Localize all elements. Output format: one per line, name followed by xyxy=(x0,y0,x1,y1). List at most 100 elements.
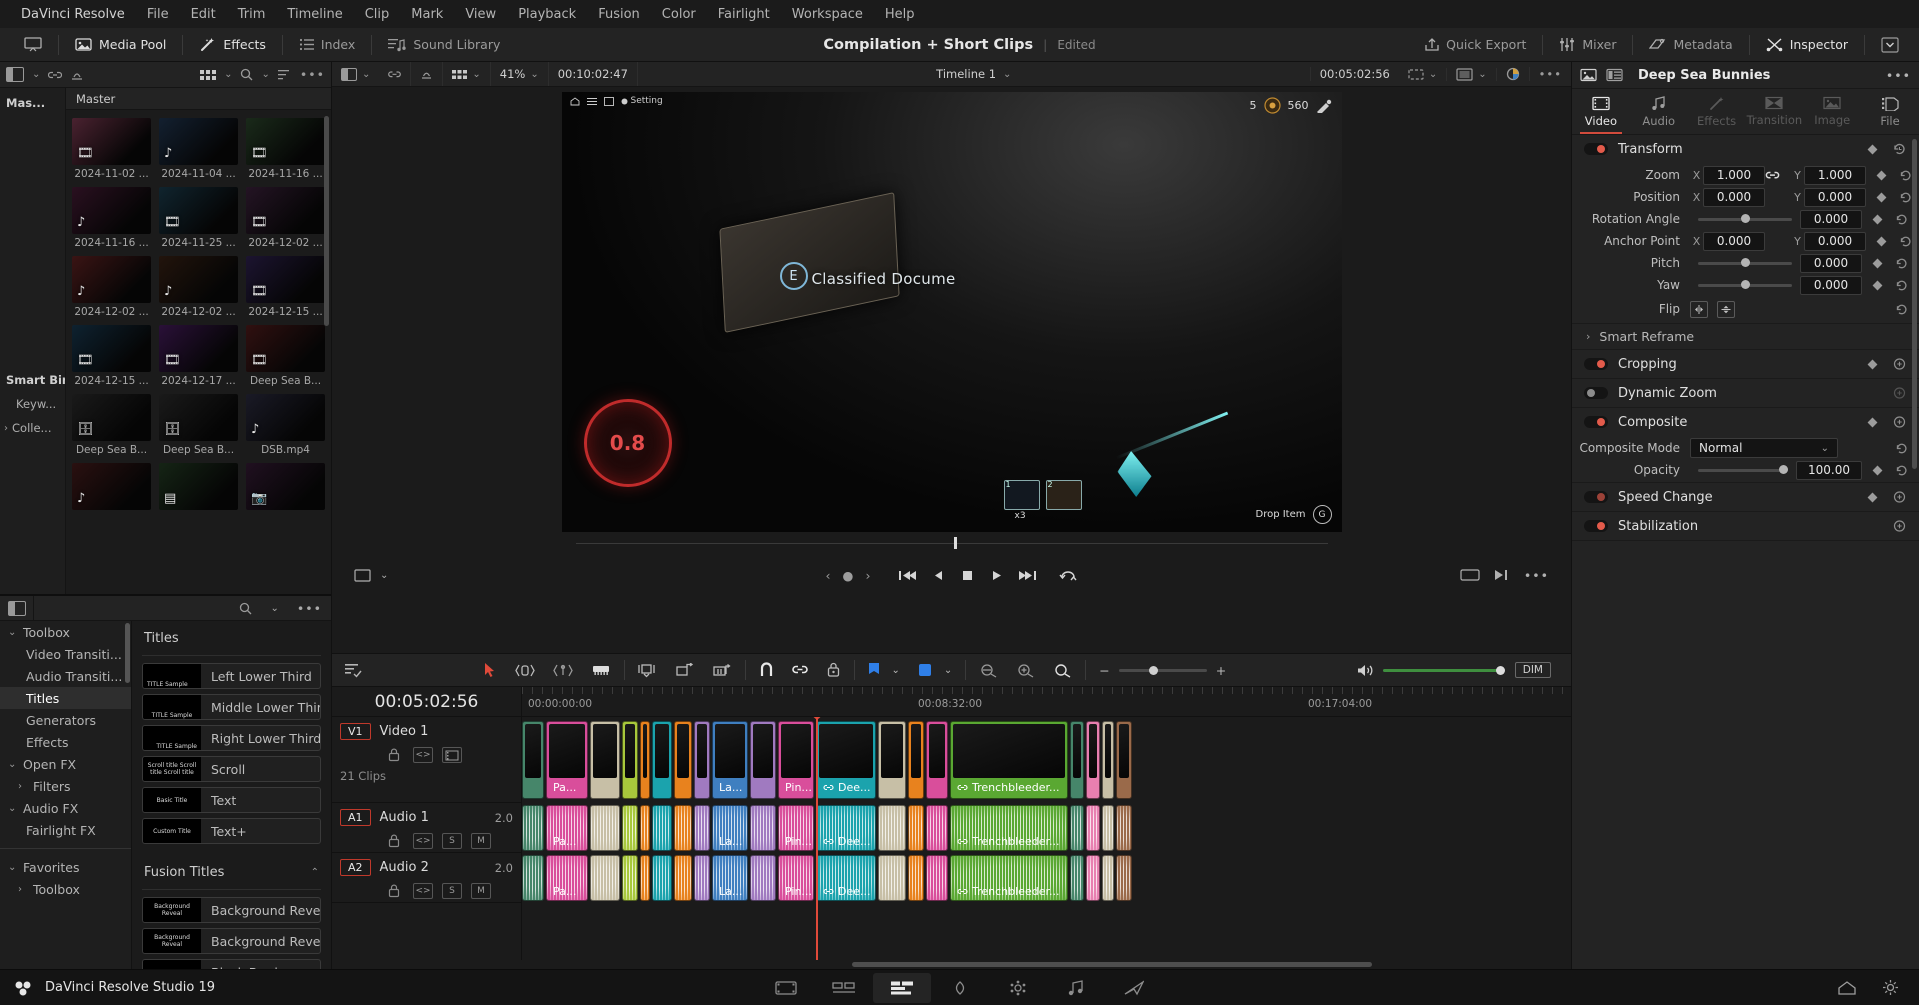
effects-options-icon[interactable]: ••• xyxy=(288,601,331,616)
tab-effects[interactable]: Effects xyxy=(1688,89,1746,134)
transform-enable-toggle[interactable] xyxy=(1584,143,1608,155)
timeline-audio-clip[interactable] xyxy=(926,855,948,901)
viewer-scrubber[interactable] xyxy=(562,532,1342,554)
track-header-a1[interactable]: A1 Audio 1 2.0 <> S M xyxy=(332,803,521,853)
timeline-audio-clip[interactable] xyxy=(590,805,620,851)
page-media[interactable] xyxy=(757,973,815,1003)
menu-item-davinci-resolve[interactable]: DaVinci Resolve xyxy=(10,3,136,26)
flip-reset-icon[interactable] xyxy=(1895,303,1909,316)
menu-item-mark[interactable]: Mark xyxy=(400,3,454,26)
flag-chevron-icon[interactable]: ⌄ xyxy=(889,665,909,676)
zoom-x-input[interactable]: 1.000 xyxy=(1703,165,1765,185)
pitch-input[interactable]: 0.000 xyxy=(1800,253,1862,273)
timeline-video-clip[interactable] xyxy=(908,721,924,799)
anchor-y-input[interactable]: 0.000 xyxy=(1804,231,1866,251)
rotation-reset-icon[interactable] xyxy=(1895,213,1909,226)
timeline-video-clip[interactable] xyxy=(640,721,650,799)
media-pool-clip[interactable]: 🎞 2024-11-25 ... xyxy=(159,187,238,249)
media-pool-options-icon[interactable]: ••• xyxy=(300,67,325,82)
viewer-layout-button[interactable] xyxy=(12,34,54,55)
zoom-fit-icon[interactable] xyxy=(970,663,1007,678)
dynamic-zoom-enable-toggle[interactable] xyxy=(1584,387,1608,399)
row-pitch[interactable]: Pitch 0.000 xyxy=(1572,253,1919,273)
media-pool-clip[interactable]: ♪ 2024-11-04 ... xyxy=(159,118,238,180)
track-name-v1[interactable]: Video 1 xyxy=(380,724,429,739)
timeline-video-clip[interactable]: Dee... xyxy=(816,721,876,799)
track-name-a1[interactable]: Audio 1 xyxy=(380,810,429,825)
loop-button[interactable] xyxy=(1059,568,1077,583)
timeline-video-clip[interactable] xyxy=(522,721,544,799)
timeline-video-clip[interactable] xyxy=(926,721,948,799)
timeline-audio-clip[interactable]: Trenchbleeder... xyxy=(950,855,1068,901)
snapping-magnet-icon[interactable] xyxy=(750,662,783,678)
track-badge-a2[interactable]: A2 xyxy=(340,859,371,876)
effects-tree-scrollbar[interactable] xyxy=(125,623,130,684)
effects-tree-item-open-fx[interactable]: ⌄ Open FX xyxy=(0,753,131,775)
pitch-slider[interactable] xyxy=(1698,258,1792,267)
media-pool-clip[interactable]: 🎞 2024-11-02 ... xyxy=(72,118,151,180)
media-pool-clip[interactable]: 📷 xyxy=(246,463,325,513)
speed-change-reset-icon[interactable] xyxy=(1892,490,1907,504)
timeline-audio-clip[interactable] xyxy=(590,855,620,901)
timeline-audio-clip[interactable]: La... xyxy=(712,855,748,901)
media-pool-button[interactable]: Media Pool xyxy=(63,34,178,55)
viewer-mode-chevron-icon[interactable]: ⌄ xyxy=(380,570,388,581)
timeline-audio-clip[interactable] xyxy=(652,855,672,901)
pitch-knob[interactable] xyxy=(1740,258,1750,267)
composite-enable-toggle[interactable] xyxy=(1584,416,1608,428)
timeline-audio-clip[interactable] xyxy=(522,855,544,901)
anchor-x-input[interactable]: 0.000 xyxy=(1703,231,1765,251)
row-yaw[interactable]: Yaw 0.000 xyxy=(1572,275,1919,295)
quick-export-button[interactable]: Quick Export xyxy=(1413,34,1538,55)
marker-color-icon[interactable] xyxy=(909,663,941,677)
cropping-section-header[interactable]: Cropping xyxy=(1572,350,1919,378)
media-pool-clip[interactable]: 🎞 2024-12-15 ... xyxy=(246,256,325,318)
menu-item-file[interactable]: File xyxy=(136,3,180,26)
menu-item-playback[interactable]: Playback xyxy=(507,3,587,26)
zoom-reset-icon[interactable] xyxy=(1899,169,1913,182)
mixer-button[interactable]: Mixer xyxy=(1547,34,1628,55)
marker-chevron-down-icon[interactable]: ⌄ xyxy=(941,665,961,676)
timeline-audio-clip[interactable] xyxy=(1116,805,1132,851)
inspector-clip-icon[interactable] xyxy=(1580,68,1597,82)
media-pool-sidebar-toggle-icon[interactable] xyxy=(6,67,24,82)
menu-item-edit[interactable]: Edit xyxy=(180,3,227,26)
viewer-marker-button[interactable]: ⌄ xyxy=(1399,67,1448,81)
timeline-ruler[interactable]: 00:00:00:00 00:08:32:00 00:17:04:00 xyxy=(522,687,1571,716)
zoom-full-icon[interactable] xyxy=(1007,663,1044,678)
next-marker-icon[interactable]: › xyxy=(865,568,870,583)
composite-keyframe-icon[interactable] xyxy=(1867,417,1878,427)
menu-item-fusion[interactable]: Fusion xyxy=(587,3,651,26)
row-anchor-point[interactable]: Anchor Point X 0.000 Y 0.000 xyxy=(1572,231,1919,251)
timeline-audio-clip[interactable] xyxy=(640,805,650,851)
bin-master[interactable]: Mas... xyxy=(0,88,65,115)
track-mute-button-a1[interactable]: M xyxy=(471,833,491,849)
zoom-link-icon[interactable] xyxy=(1765,169,1791,182)
timeline-audio-clip[interactable] xyxy=(1086,805,1100,851)
fusion-titles-section-header[interactable]: Fusion Titles ⌃ xyxy=(142,863,321,886)
timeline-audio-clip[interactable] xyxy=(694,855,710,901)
zoom-slider-knob[interactable] xyxy=(1148,665,1158,675)
timeline-video-clip[interactable] xyxy=(1086,721,1100,799)
timeline-video-clip[interactable]: Pin... xyxy=(778,721,814,799)
media-pool-clip[interactable]: ▤ xyxy=(159,463,238,513)
viewer-duration-timecode[interactable]: 00:10:02:47 xyxy=(549,62,638,86)
snapping-insert-icon[interactable] xyxy=(629,663,666,678)
timeline-scroll-thumb[interactable] xyxy=(852,962,1372,967)
track-lock-icon-a1[interactable] xyxy=(384,833,404,849)
cropping-enable-toggle[interactable] xyxy=(1584,358,1608,370)
media-pool-scrollbar[interactable] xyxy=(324,116,329,326)
anchor-reset-icon[interactable] xyxy=(1899,235,1913,248)
effects-tree-item-favorites[interactable]: ⌄ Favorites xyxy=(0,856,131,878)
track-mute-button-a2[interactable]: M xyxy=(471,883,491,899)
flip-vertical-button[interactable] xyxy=(1717,300,1735,318)
media-pool-chevron-icon[interactable]: ⌄ xyxy=(32,69,40,80)
search-chevron-icon[interactable]: ⌄ xyxy=(261,69,269,80)
track-video-toggle-v1[interactable] xyxy=(442,747,462,763)
dynamic-zoom-reset-icon[interactable] xyxy=(1892,386,1907,400)
zoom-in-button[interactable]: + xyxy=(1207,663,1235,678)
timeline-settings-icon[interactable] xyxy=(344,662,362,678)
zoom-out-button[interactable]: − xyxy=(1090,663,1118,678)
opacity-reset-icon[interactable] xyxy=(1895,464,1909,477)
timeline-audio-clip[interactable] xyxy=(750,855,776,901)
